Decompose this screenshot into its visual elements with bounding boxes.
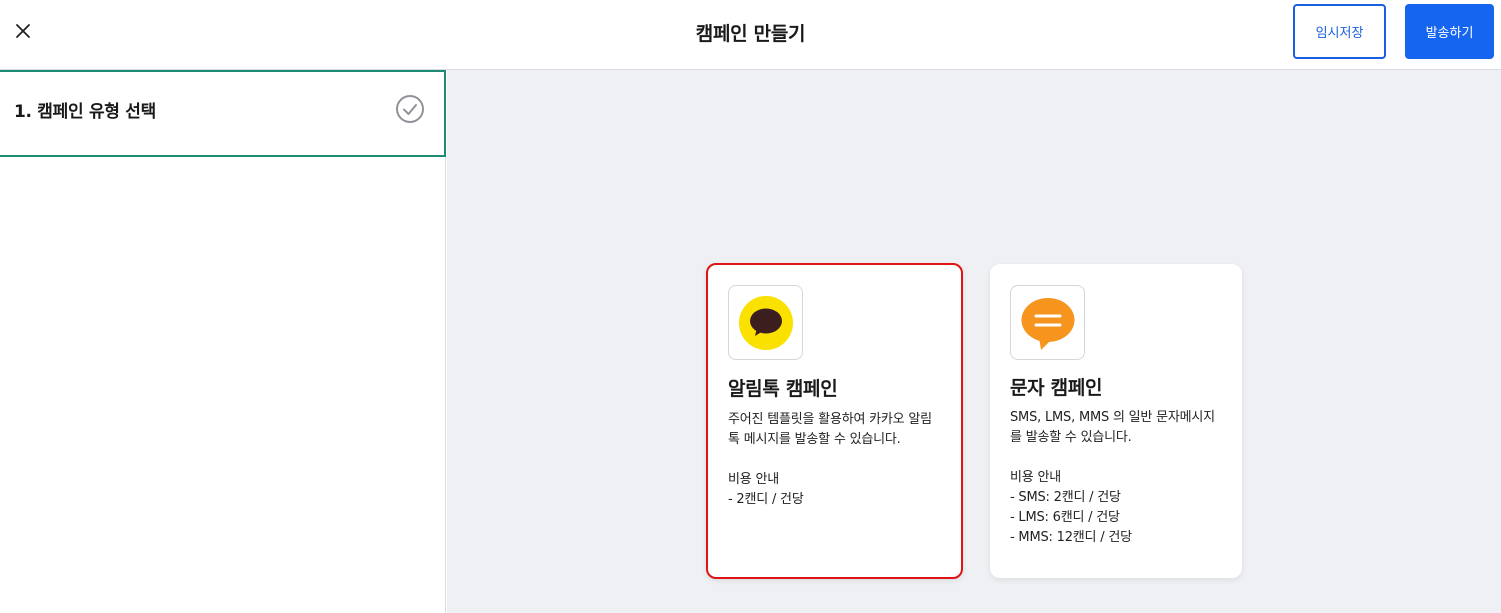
save-draft-button[interactable]: 임시저장 [1293, 4, 1386, 59]
kakao-talk-icon [738, 295, 793, 350]
kakao-icon-box [728, 285, 803, 360]
sms-message-icon [1021, 297, 1074, 350]
card-cost-info: 비용 안내 - SMS: 2캔디 / 건당 - LMS: 6캔디 / 건당 - … [1010, 468, 1132, 548]
card-cost-info: 비용 안내 - 2캔디 / 건당 [728, 470, 804, 510]
step-label: 1. 캠페인 유형 선택 [14, 102, 156, 122]
cost-line: - MMS: 12캔디 / 건당 [1010, 530, 1132, 545]
sms-icon-box [1010, 285, 1085, 360]
page-title: 캠페인 만들기 [695, 23, 806, 45]
step-item-campaign-type[interactable]: 1. 캠페인 유형 선택 [0, 70, 446, 157]
main-content [447, 70, 1501, 613]
card-sms-campaign[interactable]: 문자 캠페인 SMS, LMS, MMS 의 일반 문자메시지 를 발송할 수 … [990, 264, 1242, 578]
cost-line: - LMS: 6캔디 / 건당 [1010, 510, 1120, 525]
card-title: 알림톡 캠페인 [728, 378, 838, 400]
card-description-line: SMS, LMS, MMS 의 일반 문자메시지 [1010, 410, 1215, 425]
send-button[interactable]: 발송하기 [1405, 4, 1494, 59]
card-description-line: 주어진 템플릿을 활용하여 카카오 알림 [728, 412, 932, 427]
card-description-line: 를 발송할 수 있습니다. [1010, 430, 1132, 445]
card-title: 문자 캠페인 [1010, 377, 1103, 399]
check-circle-icon [396, 95, 424, 123]
card-description: 주어진 템플릿을 활용하여 카카오 알림 톡 메시지를 발송할 수 있습니다. [728, 410, 932, 450]
card-description: SMS, LMS, MMS 의 일반 문자메시지 를 발송할 수 있습니다. [1010, 408, 1215, 448]
steps-sidebar: 1. 캠페인 유형 선택 [0, 70, 446, 613]
cost-heading: 비용 안내 [728, 472, 779, 487]
card-alimtalk-campaign[interactable]: 알림톡 캠페인 주어진 템플릿을 활용하여 카카오 알림 톡 메시지를 발송할 … [706, 263, 963, 579]
cost-heading: 비용 안내 [1010, 470, 1061, 485]
top-header: 캠페인 만들기 임시저장 발송하기 [0, 0, 1501, 70]
card-description-line: 톡 메시지를 발송할 수 있습니다. [728, 432, 901, 447]
cost-line: - SMS: 2캔디 / 건당 [1010, 490, 1121, 505]
cost-line: - 2캔디 / 건당 [728, 492, 804, 507]
